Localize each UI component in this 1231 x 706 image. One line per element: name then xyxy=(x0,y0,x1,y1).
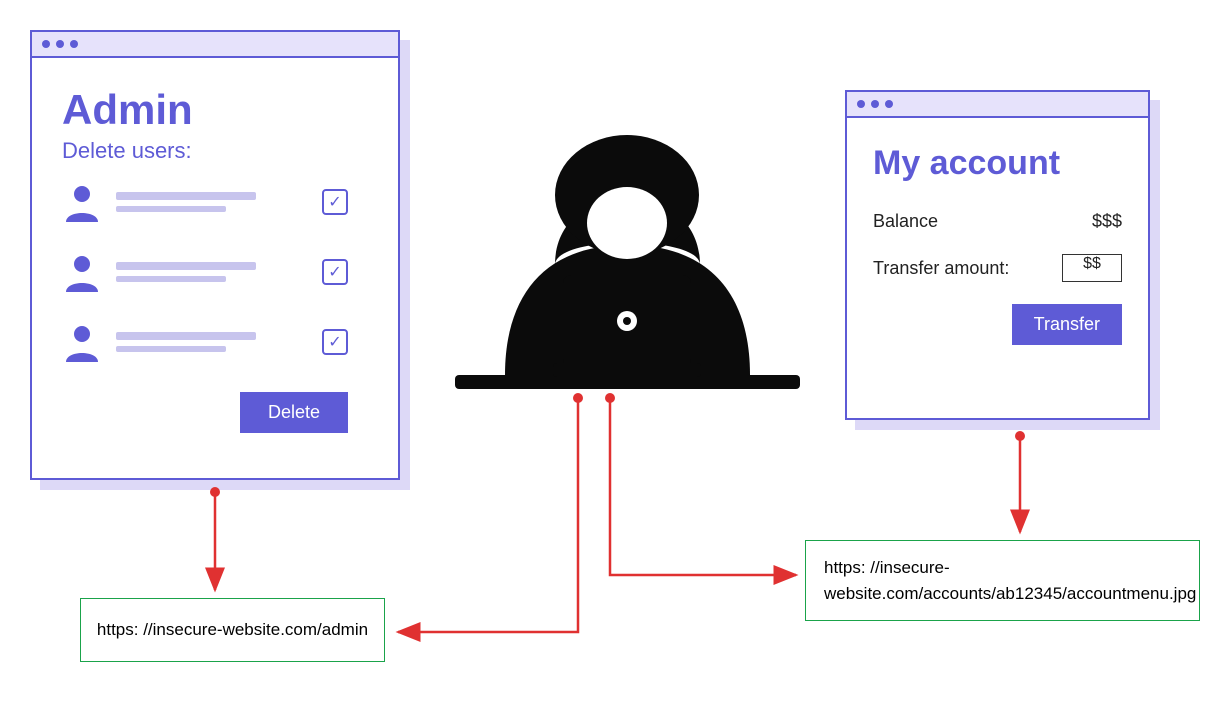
transfer-amount-input[interactable]: $$ xyxy=(1062,254,1122,282)
balance-label: Balance xyxy=(873,211,938,232)
hacker-icon xyxy=(455,135,800,395)
delete-button[interactable]: Delete xyxy=(240,392,348,433)
user-icon xyxy=(62,322,102,362)
window-dot-icon xyxy=(56,40,64,48)
user-checkbox[interactable]: ✓ xyxy=(322,259,348,285)
account-url-box: https: //insecure-website.com/accounts/a… xyxy=(805,540,1200,621)
balance-value: $$$ xyxy=(1092,211,1122,232)
user-placeholder-lines xyxy=(116,262,322,282)
account-title: My account xyxy=(873,144,1122,183)
user-row: ✓ xyxy=(62,322,368,362)
window-dot-icon xyxy=(42,40,50,48)
transfer-button[interactable]: Transfer xyxy=(1012,304,1122,345)
user-checkbox[interactable]: ✓ xyxy=(322,189,348,215)
admin-titlebar xyxy=(32,32,398,58)
user-row: ✓ xyxy=(62,182,368,222)
user-placeholder-lines xyxy=(116,192,322,212)
window-dot-icon xyxy=(885,100,893,108)
admin-title: Admin xyxy=(62,86,368,134)
admin-url-box: https: //insecure-website.com/admin xyxy=(80,598,385,662)
user-checkbox[interactable]: ✓ xyxy=(322,329,348,355)
account-url-text: https: //insecure-website.com/accounts/a… xyxy=(824,558,1196,603)
admin-subtitle: Delete users: xyxy=(62,138,368,164)
user-icon xyxy=(62,182,102,222)
window-dot-icon xyxy=(871,100,879,108)
admin-url-text: https: //insecure-website.com/admin xyxy=(97,620,368,639)
window-dot-icon xyxy=(70,40,78,48)
user-icon xyxy=(62,252,102,292)
account-titlebar xyxy=(847,92,1148,118)
user-placeholder-lines xyxy=(116,332,322,352)
user-row: ✓ xyxy=(62,252,368,292)
account-window: My account Balance $$$ Transfer amount: … xyxy=(845,90,1150,420)
admin-window: Admin Delete users: ✓ ✓ ✓ Delete xyxy=(30,30,400,480)
transfer-amount-label: Transfer amount: xyxy=(873,258,1009,279)
window-dot-icon xyxy=(857,100,865,108)
